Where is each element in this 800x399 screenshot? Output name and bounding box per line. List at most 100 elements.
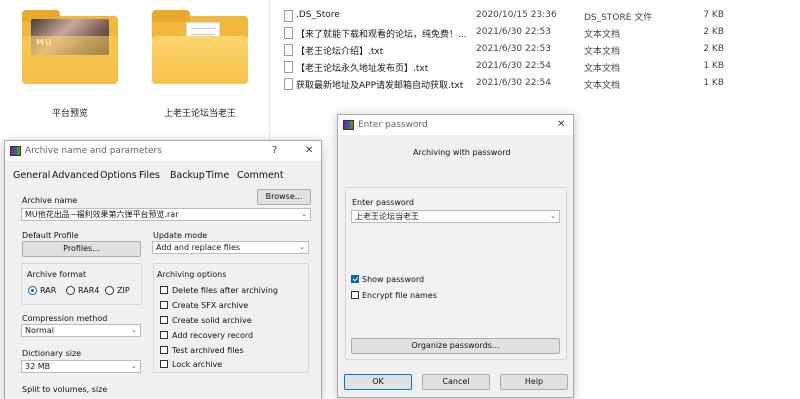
dictionary-select[interactable]: 32 MB ⌄: [21, 360, 141, 373]
cancel-button[interactable]: Cancel: [422, 374, 490, 390]
file-size: 7 KB: [703, 10, 724, 20]
file-size: 1 KB: [703, 78, 724, 88]
folder-icon: [152, 8, 248, 84]
folder-label: 上老王论坛当老王: [163, 109, 236, 119]
tab-options[interactable]: Options: [100, 170, 137, 181]
option-label: Create solid archive: [172, 316, 252, 325]
file-date: 2020/10/15 23:36: [476, 10, 557, 20]
close-icon[interactable]: ✕: [305, 145, 313, 156]
encrypt-names-label: Encrypt file names: [362, 291, 437, 300]
archive-dialog-titlebar[interactable]: Archive name and parameters ? ✕: [5, 141, 321, 161]
compression-label: Compression method: [22, 314, 108, 323]
update-mode-label: Update mode: [153, 231, 208, 240]
file-name: 获取最新地址及APP请发邮箱自动获取.txt: [296, 81, 464, 91]
radio-rar4-label: RAR4: [78, 286, 100, 295]
file-type: DS_STORE 文件: [584, 13, 653, 23]
compression-value: Normal: [25, 326, 54, 335]
file-date: 2021/6/30 22:54: [476, 61, 551, 71]
browse-button[interactable]: Browse...: [257, 189, 311, 205]
update-mode-select[interactable]: Add and replace files ⌄: [152, 241, 309, 254]
file-list: .DS_Store 2020/10/15 23:36 DS_STORE 文件 7…: [282, 8, 800, 93]
radio-rar4[interactable]: [66, 286, 75, 295]
enter-password-label: Enter password: [352, 198, 414, 207]
organize-passwords-button[interactable]: Organize passwords...: [351, 338, 560, 354]
radio-zip[interactable]: [105, 286, 114, 295]
profiles-button[interactable]: Profiles...: [22, 241, 141, 257]
close-icon[interactable]: ✕: [557, 119, 565, 130]
file-size: 2 KB: [703, 44, 724, 54]
winrar-icon: [10, 146, 21, 156]
file-row[interactable]: 【老王论坛永久地址发布页】.txt 2021/6/30 22:54 文本文档 1…: [282, 59, 800, 76]
file-name: 【老王论坛永久地址发布页】.txt: [296, 64, 429, 74]
file-name: 【老王论坛介绍】.txt: [296, 47, 384, 57]
checkbox-encrypt-names[interactable]: [351, 291, 359, 299]
archiving-options-label: Archiving options: [157, 270, 227, 279]
option-label: Lock archive: [172, 360, 223, 369]
file-size: 1 KB: [703, 61, 724, 71]
checkbox-test-files[interactable]: [160, 346, 168, 354]
show-password-label: Show password: [362, 275, 425, 284]
archive-dialog-title: Archive name and parameters: [25, 146, 162, 156]
file-date: 2021/6/30 22:53: [476, 44, 551, 54]
file-row[interactable]: 【老王论坛介绍】.txt 2021/6/30 22:53 文本文档 2 KB: [282, 42, 800, 59]
tab-files[interactable]: Files: [139, 170, 160, 181]
update-mode-value: Add and replace files: [156, 243, 241, 252]
file-icon: [284, 27, 293, 39]
ok-button[interactable]: OK: [344, 374, 412, 390]
password-dialog-titlebar[interactable]: Enter password ✕: [338, 115, 573, 135]
dictionary-label: Dictionary size: [22, 349, 82, 358]
checkbox-create-solid[interactable]: [160, 316, 168, 324]
radio-rar-label: RAR: [40, 286, 57, 295]
radio-zip-label: ZIP: [117, 286, 130, 295]
folder-tile-laowang[interactable]: 上老王论坛当老王: [145, 8, 255, 119]
checkbox-create-sfx[interactable]: [160, 301, 168, 309]
file-type: 文本文档: [584, 81, 621, 91]
password-dialog-title: Enter password: [358, 120, 428, 130]
archive-name-input[interactable]: MU他花出品~福利效果第六弹平台预览.rar ⌄: [21, 208, 311, 221]
password-value: 上老王论坛当老王: [355, 212, 419, 221]
help-icon[interactable]: ?: [272, 145, 277, 156]
tab-time[interactable]: Time: [206, 170, 229, 181]
split-volumes-label: Split to volumes, size: [22, 385, 108, 394]
tab-backup[interactable]: Backup: [170, 170, 205, 181]
chevron-down-icon[interactable]: ⌄: [131, 325, 137, 336]
chevron-down-icon[interactable]: ⌄: [299, 242, 305, 253]
file-size: 2 KB: [703, 27, 724, 37]
checkbox-delete-files[interactable]: [160, 286, 168, 294]
file-type: 文本文档: [584, 47, 621, 57]
archive-format-label: Archive format: [27, 270, 87, 279]
tab-general[interactable]: General: [13, 170, 50, 181]
file-icon: [284, 78, 293, 90]
password-heading: Archiving with password: [413, 148, 511, 157]
tab-comment[interactable]: Comment: [237, 170, 284, 181]
file-name: .DS_Store: [296, 10, 340, 20]
checkbox-lock-archive[interactable]: [160, 360, 168, 368]
file-row[interactable]: 【来了就能下载和观看的论坛，纯免费！... 2021/6/30 22:53 文本…: [282, 25, 800, 42]
file-type: 文本文档: [584, 30, 621, 40]
archive-name-value: MU他花出品~福利效果第六弹平台预览.rar: [25, 210, 179, 219]
folder-tile-preview[interactable]: MU 平台预览: [15, 8, 125, 119]
file-name: 【来了就能下载和观看的论坛，纯免费！...: [296, 30, 467, 40]
file-date: 2021/6/30 22:54: [476, 78, 551, 88]
default-profile-label: Default Profile: [22, 231, 79, 240]
file-date: 2021/6/30 22:53: [476, 27, 551, 37]
checkbox-recovery-record[interactable]: [160, 331, 168, 339]
compression-select[interactable]: Normal ⌄: [21, 324, 141, 337]
archive-name-label: Archive name: [22, 196, 78, 205]
file-icon: [284, 44, 293, 56]
option-label: Test archived files: [172, 346, 244, 355]
dictionary-value: 32 MB: [25, 362, 51, 371]
file-row[interactable]: 获取最新地址及APP请发邮箱自动获取.txt 2021/6/30 22:54 文…: [282, 76, 800, 93]
checkbox-show-password[interactable]: [351, 275, 359, 283]
tab-advanced[interactable]: Advanced: [52, 170, 99, 181]
option-label: Delete files after archiving: [172, 286, 279, 295]
file-icon: [284, 10, 293, 22]
radio-rar[interactable]: [28, 286, 37, 295]
password-input[interactable]: 上老王论坛当老王 ⌄: [351, 210, 560, 223]
file-type: 文本文档: [584, 64, 621, 74]
help-button[interactable]: Help: [500, 374, 568, 390]
chevron-down-icon[interactable]: ⌄: [131, 361, 137, 372]
chevron-down-icon[interactable]: ⌄: [550, 211, 556, 222]
file-row[interactable]: .DS_Store 2020/10/15 23:36 DS_STORE 文件 7…: [282, 8, 800, 25]
chevron-down-icon[interactable]: ⌄: [301, 209, 307, 220]
